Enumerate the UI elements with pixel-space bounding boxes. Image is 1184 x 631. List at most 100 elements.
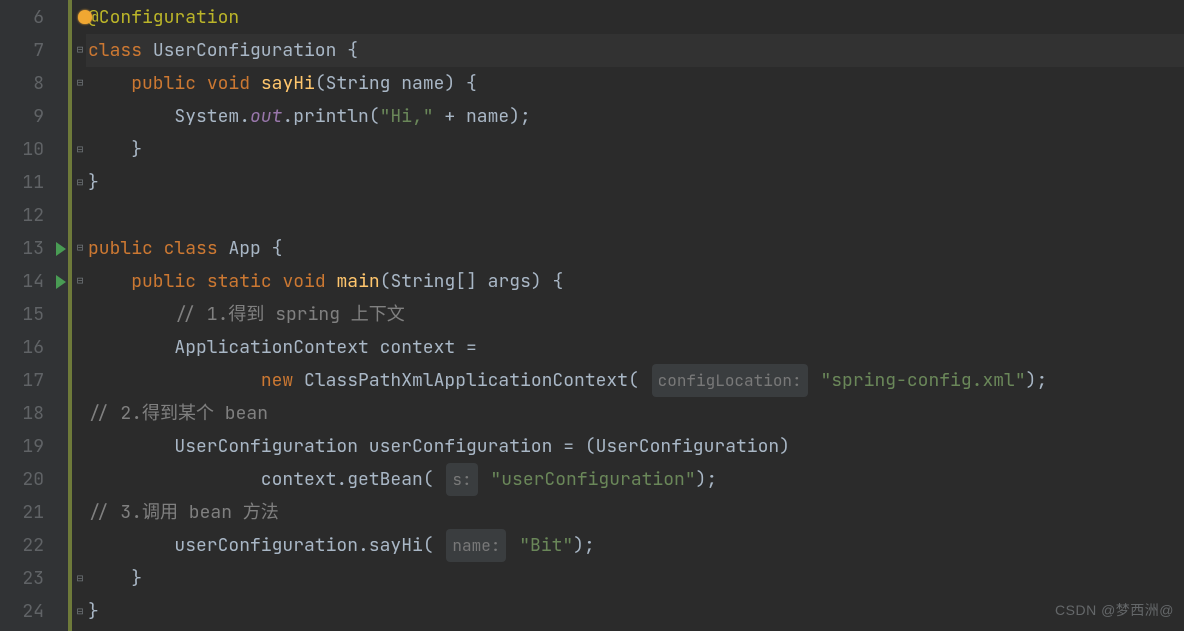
line-number: 21 bbox=[22, 496, 44, 529]
code-token: { bbox=[261, 232, 283, 265]
run-icon[interactable] bbox=[56, 242, 66, 256]
code-token: context.getBean( bbox=[88, 463, 444, 496]
fold-end-icon[interactable]: ⊟ bbox=[73, 604, 87, 618]
gutter-line[interactable]: 12 bbox=[0, 199, 68, 232]
intention-bulb-icon[interactable] bbox=[78, 10, 92, 24]
code-line[interactable]: } bbox=[86, 166, 1184, 199]
code-line[interactable]: } bbox=[86, 595, 1184, 628]
line-number: 16 bbox=[22, 331, 44, 364]
watermark: CSDN @梦西洲@ bbox=[1055, 594, 1174, 627]
gutter-line[interactable]: 17 bbox=[0, 364, 68, 397]
code-line[interactable]: } bbox=[86, 562, 1184, 595]
code-token: void bbox=[282, 265, 325, 298]
code-token: out bbox=[250, 100, 282, 133]
gutter-line[interactable]: 24 bbox=[0, 595, 68, 628]
line-number: 14 bbox=[22, 265, 44, 298]
code-token: ClassPathXmlApplicationContext( bbox=[293, 364, 649, 397]
gutter-line[interactable]: 9 bbox=[0, 100, 68, 133]
gutter-line[interactable]: 20 bbox=[0, 463, 68, 496]
code-token: public bbox=[131, 67, 196, 100]
line-number: 19 bbox=[22, 430, 44, 463]
code-token: ); bbox=[573, 529, 595, 562]
code-token: static bbox=[207, 265, 272, 298]
code-line[interactable]: ApplicationContext context = bbox=[86, 331, 1184, 364]
fold-toggle-icon[interactable]: ⊟ bbox=[73, 241, 87, 255]
code-line[interactable] bbox=[86, 199, 1184, 232]
code-token: UserConfiguration userConfiguration = (U… bbox=[88, 430, 790, 463]
fold-end-icon[interactable]: ⊟ bbox=[73, 571, 87, 585]
code-line[interactable]: class UserConfiguration { bbox=[86, 34, 1184, 67]
code-token bbox=[810, 364, 821, 397]
code-token: App bbox=[228, 232, 260, 265]
code-line[interactable]: } bbox=[86, 133, 1184, 166]
code-token: ); bbox=[696, 463, 718, 496]
code-token bbox=[196, 265, 207, 298]
code-token: "userConfiguration" bbox=[490, 463, 695, 496]
gutter-line[interactable]: 22 bbox=[0, 529, 68, 562]
intention-bulb[interactable] bbox=[73, 10, 87, 24]
gutter-line[interactable]: 14 bbox=[0, 265, 68, 298]
code-line[interactable]: System.out.println("Hi," + name); bbox=[86, 100, 1184, 133]
code-line[interactable]: // 1.得到 spring 上下文 bbox=[86, 298, 1184, 331]
line-number: 24 bbox=[22, 595, 44, 628]
line-number: 23 bbox=[22, 562, 44, 595]
code-token: UserConfiguration bbox=[153, 34, 337, 67]
code-line[interactable]: // 2.得到某个 bean bbox=[86, 397, 1184, 430]
comment-text: // 2.得到某个 bean bbox=[88, 397, 268, 430]
comment-text: // 1.得到 spring 上下文 bbox=[174, 298, 404, 331]
code-token: (String name) { bbox=[315, 67, 477, 100]
fold-toggle-icon[interactable]: ⊟ bbox=[73, 76, 87, 90]
gutter-line[interactable]: 16 bbox=[0, 331, 68, 364]
code-token bbox=[88, 265, 131, 298]
code-token bbox=[250, 67, 261, 100]
gutter-line[interactable]: 13 bbox=[0, 232, 68, 265]
gutter-line[interactable]: 19 bbox=[0, 430, 68, 463]
gutter-line[interactable]: 10 bbox=[0, 133, 68, 166]
gutter-line[interactable]: 11 bbox=[0, 166, 68, 199]
fold-column[interactable]: ⊟ ⊟ ⊟ ⊟ ⊟ ⊟ ⊟ ⊟ bbox=[68, 0, 86, 631]
fold-end-icon[interactable]: ⊟ bbox=[73, 142, 87, 156]
fold-toggle-icon[interactable]: ⊟ bbox=[73, 274, 87, 288]
code-token bbox=[218, 232, 229, 265]
gutter-line[interactable]: 21 bbox=[0, 496, 68, 529]
code-token bbox=[142, 34, 153, 67]
code-line[interactable]: public class App { bbox=[86, 232, 1184, 265]
fold-end-icon[interactable]: ⊟ bbox=[73, 175, 87, 189]
gutter-line[interactable]: 7 bbox=[0, 34, 68, 67]
fold-toggle-icon[interactable]: ⊟ bbox=[73, 43, 87, 57]
code-token bbox=[508, 529, 519, 562]
code-line[interactable]: context.getBean( s: "userConfiguration")… bbox=[86, 463, 1184, 496]
code-line[interactable]: UserConfiguration userConfiguration = (U… bbox=[86, 430, 1184, 463]
code-token: } bbox=[88, 166, 99, 199]
code-token: void bbox=[207, 67, 250, 100]
run-icon[interactable] bbox=[56, 275, 66, 289]
line-number-gutter[interactable]: 6789101112131415161718192021222324 bbox=[0, 0, 68, 631]
code-line[interactable]: // 3.调用 bean 方法 bbox=[86, 496, 1184, 529]
code-line[interactable]: new ClassPathXmlApplicationContext( conf… bbox=[86, 364, 1184, 397]
code-line[interactable]: public void sayHi(String name) { bbox=[86, 67, 1184, 100]
inlay-hint: configLocation: bbox=[652, 364, 808, 397]
inlay-hint: name: bbox=[446, 529, 506, 562]
code-line[interactable]: userConfiguration.sayHi( name: "Bit"); bbox=[86, 529, 1184, 562]
gutter-line[interactable]: 23 bbox=[0, 562, 68, 595]
code-line[interactable]: public static void main(String[] args) { bbox=[86, 265, 1184, 298]
code-token bbox=[88, 298, 174, 331]
code-token: (String[] args) { bbox=[380, 265, 564, 298]
line-number: 17 bbox=[22, 364, 44, 397]
line-number: 8 bbox=[22, 67, 44, 100]
code-token: new bbox=[261, 364, 293, 397]
line-number: 22 bbox=[22, 529, 44, 562]
gutter-line[interactable]: 15 bbox=[0, 298, 68, 331]
gutter-line[interactable]: 8 bbox=[0, 67, 68, 100]
code-editor[interactable]: 6789101112131415161718192021222324 ⊟⊟⊟⊟⊟… bbox=[0, 0, 1184, 631]
code-token bbox=[88, 364, 261, 397]
code-token: + name); bbox=[434, 100, 531, 133]
code-token: public bbox=[131, 265, 196, 298]
gutter-line[interactable]: 18 bbox=[0, 397, 68, 430]
line-number: 18 bbox=[22, 397, 44, 430]
code-area[interactable]: @Configurationclass UserConfiguration { … bbox=[86, 0, 1184, 631]
line-number: 7 bbox=[22, 34, 44, 67]
code-line[interactable]: @Configuration bbox=[86, 1, 1184, 34]
line-number: 12 bbox=[22, 199, 44, 232]
gutter-line[interactable]: 6 bbox=[0, 1, 68, 34]
